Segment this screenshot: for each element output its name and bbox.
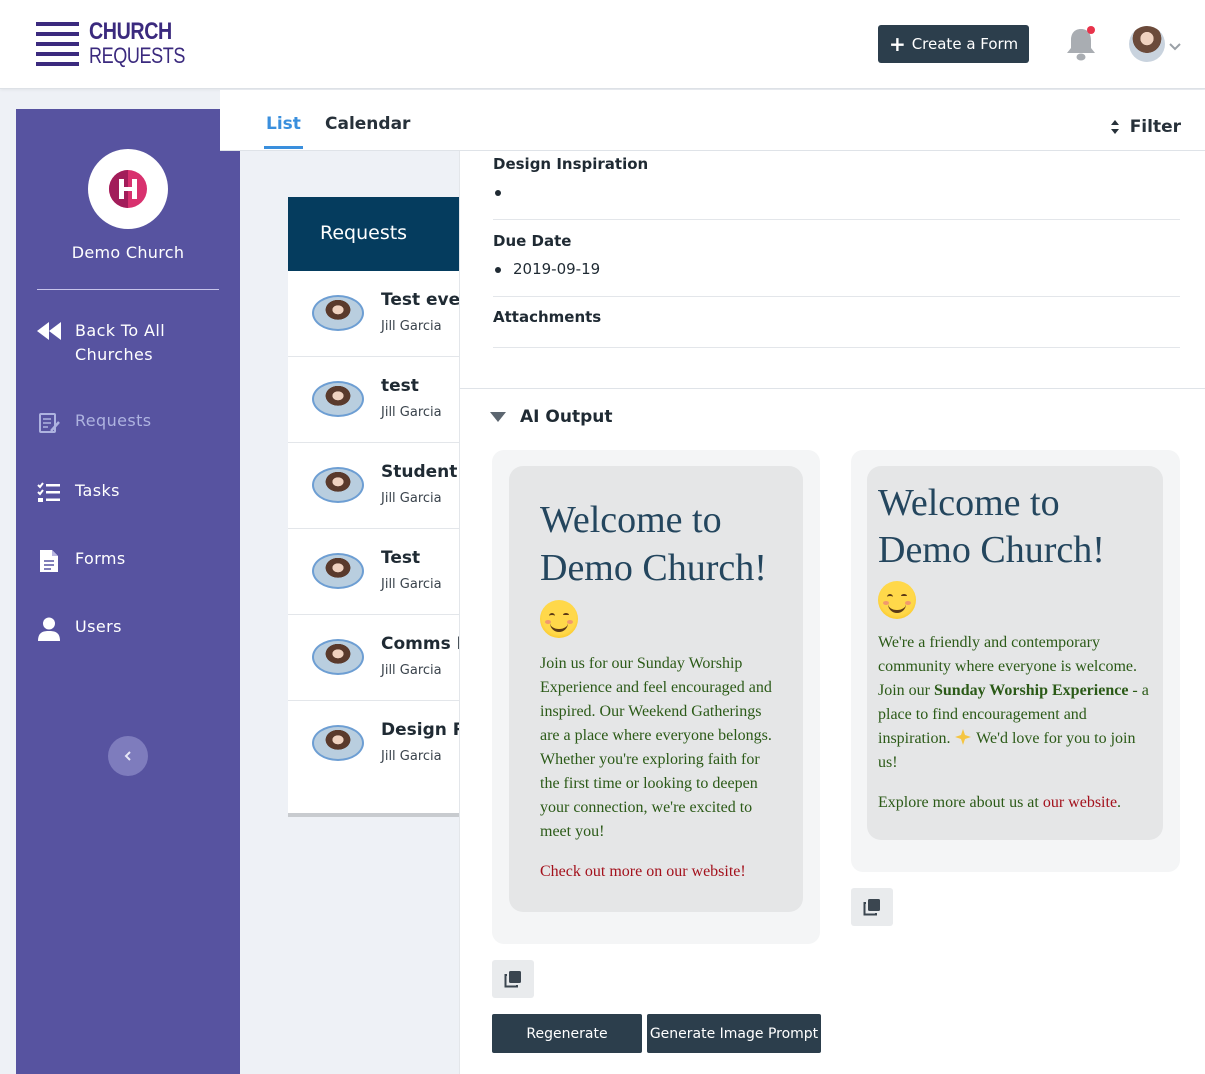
request-author: Jill Garcia [381, 749, 442, 764]
ai-output-card: Welcome to Demo Church! We're a friendly… [851, 450, 1180, 872]
filter-label: Filter [1129, 117, 1181, 137]
copy-button[interactable] [851, 888, 893, 926]
output-body: We're a friendly and contemporary commun… [878, 634, 1149, 771]
top-header: CHURCH REQUESTS + Create a Form [0, 0, 1205, 89]
create-form-label: Create a Form [911, 35, 1019, 53]
request-author: Jill Garcia [381, 319, 442, 334]
avatar [312, 467, 364, 503]
church-h-logo-icon [109, 170, 147, 208]
sort-icon [1110, 120, 1119, 134]
ai-output-content: Welcome to Demo Church! We're a friendly… [867, 466, 1163, 840]
notification-dot [1087, 26, 1095, 34]
double-chevron-left-icon [36, 319, 62, 343]
logo-line-1: CHURCH [89, 18, 172, 45]
chevron-left-icon [124, 751, 131, 761]
tab-list[interactable]: List [264, 114, 303, 149]
filter-button[interactable]: Filter [1110, 117, 1181, 137]
sidebar-item-tasks[interactable]: Tasks [36, 481, 120, 505]
tab-calendar[interactable]: Calendar [325, 114, 410, 134]
plus-icon: + [888, 32, 906, 56]
user-icon [36, 617, 62, 641]
field-attachments: Attachments [493, 308, 1180, 348]
field-label: Design Inspiration [493, 155, 649, 173]
sidebar-item-label: Back To All Churches [75, 321, 166, 364]
request-author: Jill Garcia [381, 663, 442, 678]
smiling-face-emoji-icon [540, 600, 578, 639]
ai-output-toggle[interactable]: AI Output [490, 407, 612, 427]
church-logo [88, 149, 168, 229]
copy-button[interactable] [492, 960, 534, 998]
field-due-date: Due Date 2019-09-19 [493, 232, 1180, 297]
request-author: Jill Garcia [381, 577, 442, 592]
ai-output-card: Welcome to Demo Church! Join us for our … [492, 450, 820, 944]
sidebar-item-users[interactable]: Users [36, 617, 122, 641]
user-avatar[interactable] [1129, 26, 1165, 62]
output-heading: Welcome to Demo Church! [878, 480, 1151, 621]
sidebar-item-label: Users [75, 617, 122, 636]
document-icon [36, 549, 62, 573]
sidebar-item-label: Requests [75, 411, 152, 430]
sidebar-item-back-to-churches[interactable]: Back To All Churches [36, 319, 195, 367]
collapse-sidebar-button[interactable] [108, 736, 148, 776]
church-requests-logo[interactable]: CHURCH REQUESTS [36, 20, 185, 70]
avatar [312, 295, 364, 331]
sidebar-divider [37, 289, 219, 290]
output-body: Join us for our Sunday Worship Experienc… [540, 655, 772, 840]
notification-bell-icon[interactable] [1064, 26, 1098, 62]
output-heading: Welcome to Demo Church! [540, 496, 783, 640]
output-explore: Explore more about us at our website. [878, 794, 1122, 811]
copy-icon [863, 899, 880, 916]
requests-icon [36, 411, 62, 435]
requests-heading: Requests [288, 197, 459, 271]
list-item[interactable]: Test Jill Garcia [288, 529, 459, 615]
smiling-face-emoji-icon [878, 581, 916, 620]
sidebar-item-forms[interactable]: Forms [36, 549, 126, 573]
website-link[interactable]: Check out more on our website! [540, 863, 746, 880]
list-item[interactable]: test Jill Garcia [288, 357, 459, 443]
generate-image-prompt-button[interactable]: Generate Image Prompt [647, 1014, 821, 1053]
logo-line-2: REQUESTS [89, 43, 185, 68]
sidebar: Demo Church Back To All Churches Request… [16, 109, 240, 1074]
list-item[interactable]: Test ever Jill Garcia [288, 271, 459, 357]
ai-output-label: AI Output [520, 407, 613, 427]
avatar [312, 553, 364, 589]
sidebar-item-label: Tasks [75, 481, 120, 500]
regenerate-button[interactable]: Regenerate [492, 1014, 642, 1053]
request-title: Comms R [381, 634, 459, 654]
chevron-down-icon[interactable] [1169, 37, 1181, 51]
field-label: Due Date [493, 232, 572, 250]
copy-icon [504, 971, 521, 988]
section-divider [460, 388, 1205, 389]
website-link[interactable]: our website [1043, 794, 1117, 811]
sidebar-item-requests[interactable]: Requests [36, 411, 152, 435]
sidebar-item-label: Forms [75, 549, 126, 568]
field-value: 2019-09-19 [493, 260, 1180, 278]
request-author: Jill Garcia [381, 491, 442, 506]
list-item[interactable]: Design R Jill Garcia [288, 701, 459, 787]
field-label: Attachments [493, 308, 602, 326]
requests-list: Requests Test ever Jill Garcia test Jill… [288, 197, 459, 817]
caret-down-icon [490, 412, 506, 422]
sparkle-star-icon [955, 729, 972, 745]
list-item[interactable]: Student T Jill Garcia [288, 443, 459, 529]
request-detail-panel: Design Inspiration Due Date 2019-09-19 A… [459, 151, 1205, 1074]
request-title: test [381, 376, 419, 396]
ai-output-content: Welcome to Demo Church! Join us for our … [509, 466, 803, 912]
checklist-icon [36, 481, 62, 505]
request-title: Student T [381, 462, 459, 482]
avatar [312, 381, 364, 417]
request-title: Test [381, 548, 421, 568]
list-item[interactable]: Comms R Jill Garcia [288, 615, 459, 701]
avatar [312, 639, 364, 675]
logo-bars-icon [36, 22, 79, 66]
create-form-button[interactable]: + Create a Form [878, 25, 1029, 63]
request-title: Design R [381, 720, 459, 740]
avatar [312, 725, 364, 761]
field-design-inspiration: Design Inspiration [493, 155, 1180, 220]
request-author: Jill Garcia [381, 405, 442, 420]
church-name: Demo Church [71, 243, 185, 262]
view-tabs: List Calendar Filter [220, 90, 1205, 151]
request-title: Test ever [381, 290, 459, 310]
